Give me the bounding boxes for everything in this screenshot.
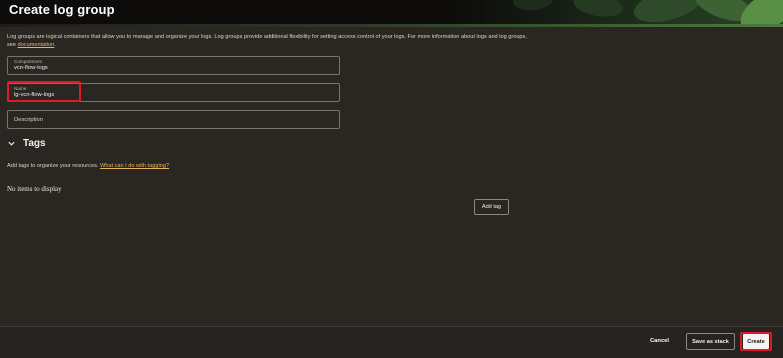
- tags-section-toggle[interactable]: Tags: [7, 137, 46, 149]
- description-placeholder: Description: [14, 117, 43, 123]
- tags-help-text: Add tags to organize your resources. Wha…: [7, 163, 169, 169]
- compartment-label: Compartment: [14, 59, 42, 64]
- add-tag-button[interactable]: Add tag: [474, 199, 509, 215]
- compartment-field[interactable]: Compartment vcn-flow-logs: [7, 56, 340, 75]
- chevron-down-icon: [8, 141, 15, 146]
- tagging-help-link[interactable]: What can I do with tagging?: [100, 163, 169, 169]
- header-foliage-decoration: [453, 0, 783, 26]
- tags-title: Tags: [23, 137, 46, 149]
- description-field[interactable]: Description: [7, 110, 340, 129]
- intro-body: Log groups are logical containers that a…: [7, 34, 527, 48]
- tags-help-body: Add tags to organize your resources.: [7, 163, 99, 169]
- intro-suffix: .: [54, 41, 56, 48]
- documentation-link[interactable]: documentation: [18, 42, 55, 48]
- intro-text: Log groups are logical containers that a…: [7, 34, 527, 50]
- panel-header: Create log group: [0, 0, 783, 26]
- compartment-value: vcn-flow-logs: [14, 65, 48, 71]
- cancel-button[interactable]: Cancel: [650, 338, 669, 344]
- save-as-stack-button[interactable]: Save as stack: [686, 333, 735, 350]
- create-button-highlight: [740, 332, 772, 351]
- page-title: Create log group: [9, 2, 115, 17]
- action-footer: Cancel Save as stack Create: [0, 326, 783, 358]
- tags-empty-state: No items to display: [7, 185, 62, 193]
- name-field-highlight: [7, 81, 81, 102]
- header-divider: [0, 24, 783, 27]
